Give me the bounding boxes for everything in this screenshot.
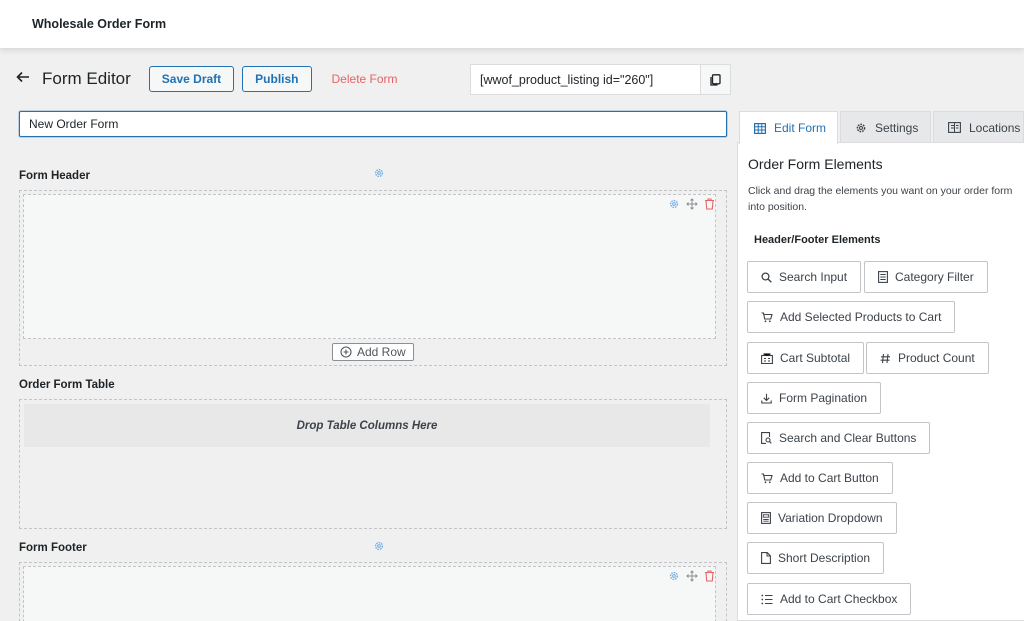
tab-label: Locations [969,120,1021,135]
row-settings-gear-icon[interactable] [668,570,680,582]
gear-icon [856,123,866,132]
page-title: Form Editor [42,69,131,88]
element-form-pagination[interactable]: Form Pagination [747,382,882,414]
panel-description: Click and drag the elements you want on … [748,185,1013,213]
calculator-icon [761,352,773,364]
element-product-count[interactable]: Product Count [866,342,989,374]
move-icon[interactable] [686,198,698,210]
element-category-filter[interactable]: Category Filter [864,261,988,293]
sidebar: Edit Form Settings Locations Order Form … [737,111,1024,621]
list-icon [878,271,888,283]
element-label: Variation Dropdown [778,511,883,525]
element-variation-dropdown[interactable]: Variation Dropdown [747,502,897,534]
back-arrow-icon[interactable] [16,70,38,89]
header-settings-gear-icon[interactable] [373,167,385,179]
element-search-input[interactable]: Search Input [747,261,862,293]
delete-form-link[interactable]: Delete Form [332,72,398,86]
header-row-tools [668,198,715,210]
element-search-clear-buttons[interactable]: Search and Clear Buttons [747,422,931,454]
element-label: Search Input [779,270,848,284]
element-label: Add to Cart Button [780,471,879,485]
sidebar-tabs: Edit Form Settings Locations [737,111,1024,144]
cart-icon [761,311,773,322]
trash-icon[interactable] [704,198,715,210]
checklist-icon [761,594,773,604]
element-cart-subtotal[interactable]: Cart Subtotal [747,342,865,374]
element-add-selected-products[interactable]: Add Selected Products to Cart [747,301,956,333]
hash-icon [880,353,890,363]
save-draft-button[interactable]: Save Draft [148,66,235,92]
panel-subheading: Header/Footer Elements [754,234,881,246]
header-row [23,194,716,339]
plus-circle-icon [340,346,352,358]
element-short-description[interactable]: Short Description [747,542,885,574]
tab-locations[interactable]: Locations [933,111,1024,143]
copy-icon [710,73,721,86]
element-label: Category Filter [895,270,974,284]
element-add-to-cart-button[interactable]: Add to Cart Button [747,462,893,494]
document-icon [761,552,771,564]
element-label: Form Pagination [779,391,868,405]
add-row-button[interactable]: Add Row [332,343,414,361]
tab-edit-form[interactable]: Edit Form [739,111,838,144]
dropdown-icon [761,512,771,524]
editor-header: Form Editor Save Draft Publish Delete Fo… [16,66,398,92]
element-label: Short Description [778,551,871,565]
download-icon [761,393,772,404]
form-footer-label: Form Footer [19,542,87,554]
element-add-to-cart-checkbox[interactable]: Add to Cart Checkbox [747,583,912,615]
panel-title: Order Form Elements [748,156,883,172]
search-doc-icon [761,432,772,444]
drop-columns-area[interactable]: Drop Table Columns Here [24,404,710,447]
top-bar: Wholesale Order Form [0,0,1024,48]
tab-label: Settings [875,120,919,135]
row-settings-gear-icon[interactable] [668,198,680,210]
footer-row [23,566,716,621]
map-icon [948,122,961,133]
element-label: Add to Cart Checkbox [780,592,898,606]
element-label: Search and Clear Buttons [779,431,917,445]
app-title: Wholesale Order Form [32,17,167,31]
elements-panel: Order Form Elements Click and drag the e… [737,142,1024,621]
footer-row-tools [668,570,715,582]
element-label: Product Count [898,351,975,365]
form-header-label: Form Header [19,170,90,182]
trash-icon[interactable] [704,570,715,582]
cart-icon [761,472,773,483]
add-row-label: Add Row [357,345,406,359]
shortcode-field[interactable]: [wwof_product_listing id="260"] [470,64,701,95]
footer-settings-gear-icon[interactable] [373,540,385,552]
element-label: Cart Subtotal [780,351,851,365]
form-name-input[interactable] [19,111,727,137]
element-label: Add Selected Products to Cart [780,310,942,324]
tab-label: Edit Form [774,121,827,135]
search-icon [761,271,772,283]
order-form-table-label: Order Form Table [19,379,115,391]
copy-shortcode-button[interactable] [700,64,731,95]
move-icon[interactable] [686,570,698,582]
table-icon [754,122,766,134]
tab-settings[interactable]: Settings [840,111,931,143]
publish-button[interactable]: Publish [242,66,312,92]
